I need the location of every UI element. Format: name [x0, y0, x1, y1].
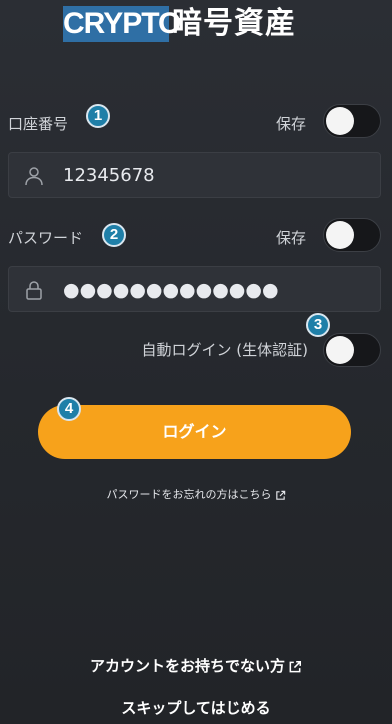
password-field[interactable]: ●●●●●●●●●●●●●	[8, 266, 381, 312]
toggle-knob	[326, 107, 354, 135]
no-account-text[interactable]: アカウントをお持ちでない方	[90, 657, 285, 675]
no-account-link[interactable]: アカウントをお持ちでない方	[0, 655, 392, 676]
password-label: パスワード	[8, 229, 84, 247]
logo-japanese-title: 暗号資産	[172, 6, 296, 41]
auto-login-label: 自動ログイン (生体認証)	[141, 341, 308, 359]
account-number-label: 口座番号	[8, 115, 69, 133]
account-number-field[interactable]	[8, 152, 381, 199]
skip-link[interactable]: スキップしてはじめる	[0, 697, 392, 718]
account-save-toggle[interactable]	[323, 104, 381, 138]
password-input[interactable]: ●●●●●●●●●●●●●	[63, 267, 363, 313]
password-save-toggle[interactable]	[323, 218, 381, 252]
external-link-icon	[289, 660, 302, 672]
toggle-knob	[326, 336, 354, 364]
password-save-label: 保存	[276, 229, 307, 247]
external-link-icon	[275, 490, 285, 500]
step-badge-1: 1	[86, 104, 110, 128]
lock-icon	[26, 281, 42, 300]
step-badge-2: 2	[102, 223, 126, 247]
login-button[interactable]: ログイン	[38, 405, 351, 459]
step-badge-3: 3	[306, 313, 330, 337]
forgot-password-text[interactable]: パスワードをお忘れの方はこちら	[107, 488, 272, 501]
step-badge-4: 4	[57, 397, 81, 421]
auto-login-toggle[interactable]	[323, 333, 381, 367]
forgot-password-link[interactable]: パスワードをお忘れの方はこちら	[0, 486, 392, 502]
user-icon	[25, 167, 43, 186]
toggle-knob	[326, 221, 354, 249]
logo-crypto: CRYPTO	[63, 6, 181, 42]
app-header: CRYPTO 暗号資産	[0, 0, 392, 48]
account-number-input[interactable]	[63, 153, 363, 199]
account-save-label: 保存	[276, 115, 307, 133]
